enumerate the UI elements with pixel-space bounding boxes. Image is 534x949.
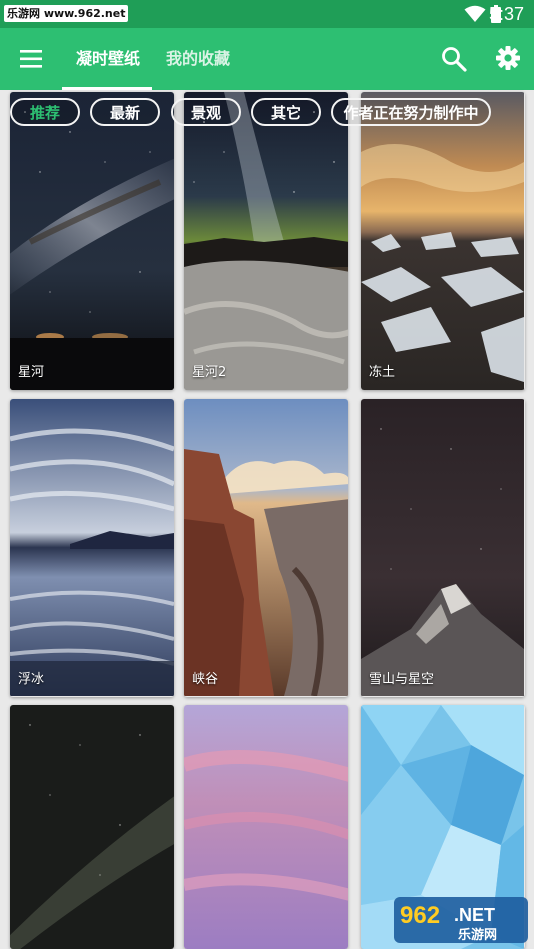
- wallpaper-grid: 星河 星河2 冻土 浮冰 峡谷 雪山与星空: [0, 90, 534, 949]
- wallpaper-title: 星河: [18, 365, 45, 380]
- site-watermark-badge: 962 .NET 乐游网: [394, 897, 528, 943]
- wallpaper-card[interactable]: [10, 705, 174, 949]
- wallpaper-card[interactable]: 星河: [10, 92, 174, 390]
- badge-suffix: .NET: [454, 905, 495, 925]
- status-time: 5:37: [488, 4, 524, 24]
- wallpaper-card[interactable]: [184, 705, 348, 949]
- wallpaper-card[interactable]: 冻土: [361, 92, 525, 390]
- wallpaper-thumbnail: [361, 399, 524, 696]
- filter-chip-recommended[interactable]: 推荐: [10, 98, 80, 126]
- badge-number: 962: [400, 902, 440, 929]
- wallpaper-title: 峡谷: [192, 672, 219, 687]
- wallpaper-title: 冻土: [369, 365, 396, 380]
- wallpaper-thumbnail: [184, 92, 348, 390]
- wallpaper-thumbnail: [361, 92, 524, 390]
- wallpaper-title: 雪山与星空: [369, 672, 435, 687]
- wallpaper-thumbnail: [10, 705, 174, 949]
- filter-chip-landscape[interactable]: 景观: [171, 98, 241, 126]
- filter-bar: 推荐 最新 景观 其它 作者正在努力制作中: [0, 98, 534, 132]
- wallpaper-card[interactable]: 峡谷: [184, 399, 348, 697]
- wallpaper-thumbnail: [184, 705, 348, 949]
- gear-icon[interactable]: [494, 44, 522, 72]
- app-bar: 凝时壁纸 我的收藏: [0, 28, 534, 90]
- wifi-icon: [464, 5, 486, 22]
- search-icon[interactable]: [440, 45, 468, 73]
- wallpaper-thumbnail: [10, 92, 174, 390]
- wallpaper-card[interactable]: 雪山与星空: [361, 399, 525, 697]
- wallpaper-title: 星河2: [192, 365, 227, 380]
- filter-chip-latest[interactable]: 最新: [90, 98, 160, 126]
- badge-text: 乐游网: [458, 927, 497, 943]
- wallpaper-card[interactable]: 浮冰: [10, 399, 174, 697]
- watermark-label: 乐游网 www.962.net: [4, 5, 129, 22]
- tab-favorites[interactable]: 我的收藏: [166, 28, 230, 90]
- wallpaper-card[interactable]: 星河2: [184, 92, 348, 390]
- status-bar: 乐游网 www.962.net 5:37: [0, 0, 534, 28]
- tab-wallpapers[interactable]: 凝时壁纸: [76, 28, 140, 90]
- filter-chip-other[interactable]: 其它: [251, 98, 321, 126]
- wallpaper-thumbnail: [184, 399, 348, 697]
- wallpaper-title: 浮冰: [18, 672, 45, 687]
- wallpaper-thumbnail: [10, 399, 174, 696]
- filter-chip-in-progress[interactable]: 作者正在努力制作中: [331, 98, 491, 126]
- menu-icon[interactable]: [18, 46, 44, 72]
